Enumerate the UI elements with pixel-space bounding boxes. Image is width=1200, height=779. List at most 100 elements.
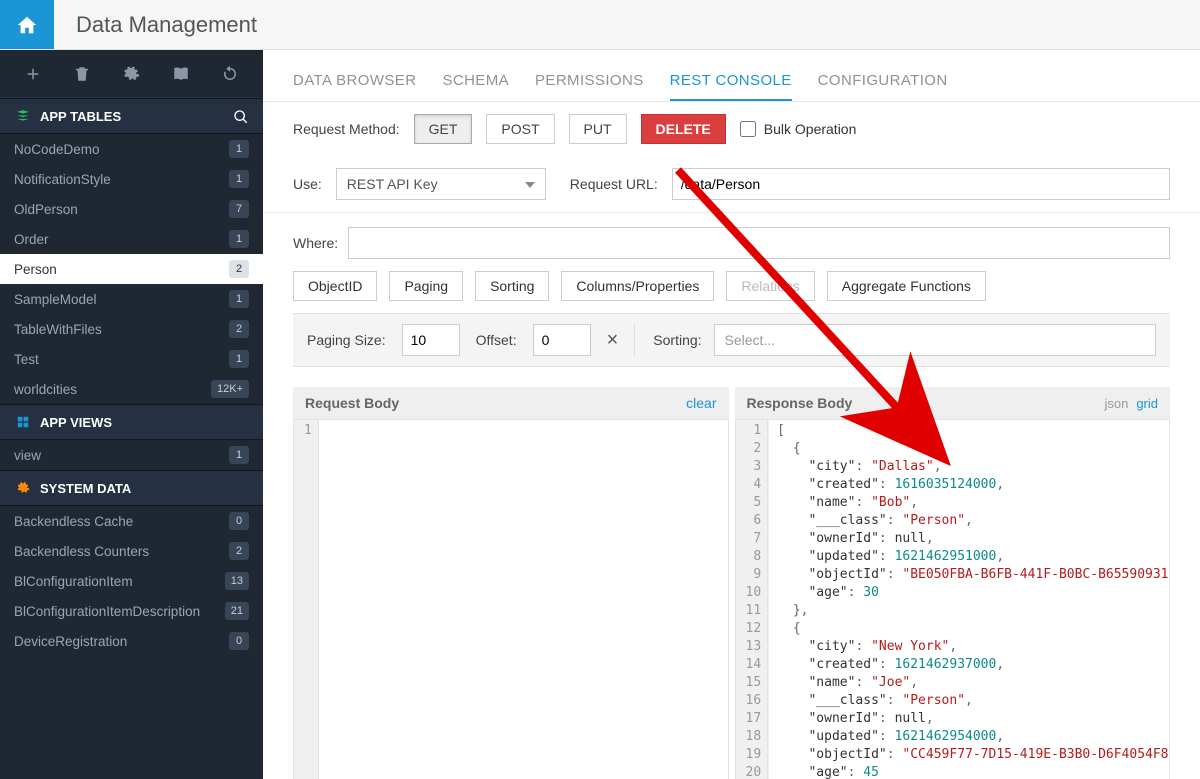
- where-input[interactable]: [348, 227, 1170, 259]
- sidebar-item-nocodedemo[interactable]: NoCodeDemo 1: [0, 134, 263, 164]
- sidebar-item-count: 13: [225, 572, 249, 590]
- request-url-label: Request URL:: [570, 176, 658, 192]
- chip-relations: Relations: [726, 271, 814, 301]
- sidebar-item-count: 0: [229, 632, 249, 650]
- sidebar-item-order[interactable]: Order 1: [0, 224, 263, 254]
- sidebar-item-label: Test: [14, 352, 39, 367]
- section-title: APP TABLES: [40, 109, 121, 124]
- response-body-title: Response Body: [747, 395, 853, 411]
- clear-request-body[interactable]: clear: [686, 395, 716, 411]
- section-head-app-views[interactable]: APP VIEWS: [0, 404, 263, 440]
- method-delete-button[interactable]: DELETE: [641, 114, 726, 144]
- sidebar-item-tablewithfiles[interactable]: TableWithFiles 2: [0, 314, 263, 344]
- add-icon[interactable]: [24, 65, 42, 83]
- request-body-title: Request Body: [305, 395, 399, 411]
- sorting-label: Sorting:: [653, 332, 701, 348]
- search-icon[interactable]: [233, 109, 249, 125]
- sidebar-item-count: 1: [229, 170, 249, 188]
- gear-orange-icon: [16, 481, 30, 495]
- tab-schema[interactable]: SCHEMA: [442, 72, 509, 101]
- sidebar-item-samplemodel[interactable]: SampleModel 1: [0, 284, 263, 314]
- paging-panel: Paging Size: Offset: × Sorting: Select..…: [293, 313, 1170, 367]
- bulk-label: Bulk Operation: [764, 121, 857, 137]
- mode-json[interactable]: json: [1104, 396, 1128, 411]
- section-head-app-tables[interactable]: APP TABLES: [0, 98, 263, 134]
- sidebar-item-notificationstyle[interactable]: NotificationStyle1: [0, 164, 263, 194]
- sidebar-item-count: 7: [229, 200, 249, 218]
- sorting-select[interactable]: Select...: [714, 324, 1156, 356]
- method-put-button[interactable]: PUT: [569, 114, 627, 144]
- use-select[interactable]: REST API Key: [336, 168, 546, 200]
- tab-permissions[interactable]: PERMISSIONS: [535, 72, 644, 101]
- sidebar-item-blconfigurationitemdescription[interactable]: BlConfigurationItemDescription21: [0, 596, 263, 626]
- response-body-header: Response Body json grid: [735, 387, 1171, 419]
- offset-label: Offset:: [476, 332, 517, 348]
- sidebar-item-label: BlConfigurationItemDescription: [14, 604, 200, 619]
- chip-objectid[interactable]: ObjectID: [293, 271, 377, 301]
- sidebar-item-count: 1: [229, 230, 249, 248]
- request-url-input[interactable]: [672, 168, 1170, 200]
- bulk-operation-checkbox[interactable]: Bulk Operation: [740, 121, 857, 137]
- chips-row: ObjectID Paging Sorting Columns/Properti…: [263, 259, 1200, 313]
- sidebar-item-test[interactable]: Test1: [0, 344, 263, 374]
- sidebar-item-label: Person: [14, 262, 57, 277]
- use-label: Use:: [293, 176, 322, 192]
- mode-grid[interactable]: grid: [1136, 396, 1158, 411]
- sidebar-item-count: 1: [229, 140, 249, 158]
- tab-data-browser[interactable]: DATA BROWSER: [293, 72, 416, 101]
- bulk-checkbox-input[interactable]: [740, 121, 756, 137]
- sidebar-item-view[interactable]: view1: [0, 440, 263, 470]
- response-body-editor[interactable]: 12345678910111213141516171819202122 [ { …: [735, 419, 1171, 779]
- paging-size-input[interactable]: [402, 324, 460, 356]
- sidebar-item-count: 2: [229, 260, 249, 278]
- tab-configuration[interactable]: CONFIGURATION: [818, 72, 948, 101]
- sidebar-item-label: Backendless Cache: [14, 514, 133, 529]
- sidebar-item-label: NoCodeDemo: [14, 142, 100, 157]
- request-method-label: Request Method:: [293, 121, 400, 137]
- sidebar-item-label: Backendless Counters: [14, 544, 149, 559]
- sidebar-item-deviceregistration[interactable]: DeviceRegistration0: [0, 626, 263, 656]
- method-post-button[interactable]: POST: [486, 114, 554, 144]
- sidebar-item-oldperson[interactable]: OldPerson 7: [0, 194, 263, 224]
- offset-input[interactable]: [533, 324, 591, 356]
- request-body-editor[interactable]: 1: [293, 419, 729, 779]
- sidebar-item-blconfigurationitem[interactable]: BlConfigurationItem 13: [0, 566, 263, 596]
- trash-icon[interactable]: [73, 65, 91, 83]
- section-head-system-data[interactable]: SYSTEM DATA: [0, 470, 263, 506]
- gear-icon[interactable]: [122, 65, 140, 83]
- chip-sorting[interactable]: Sorting: [475, 271, 549, 301]
- sidebar-actions: [0, 50, 263, 98]
- home-button[interactable]: [0, 0, 54, 49]
- section-title: SYSTEM DATA: [40, 481, 131, 496]
- sidebar-item-count: 2: [229, 542, 249, 560]
- section-title: APP VIEWS: [40, 415, 112, 430]
- refresh-icon[interactable]: [221, 65, 239, 83]
- sidebar-item-count: 2: [229, 320, 249, 338]
- sidebar-item-label: TableWithFiles: [14, 322, 102, 337]
- sidebar-item-label: Order: [14, 232, 49, 247]
- sidebar-item-backendless cache[interactable]: Backendless Cache 0: [0, 506, 263, 536]
- chip-aggregate[interactable]: Aggregate Functions: [827, 271, 986, 301]
- chip-paging[interactable]: Paging: [389, 271, 463, 301]
- sidebar-item-count: 0: [229, 512, 249, 530]
- chip-columns[interactable]: Columns/Properties: [561, 271, 714, 301]
- sidebar-item-person[interactable]: Person 2: [0, 254, 263, 284]
- sidebar-item-worldcities[interactable]: worldcities12K+: [0, 374, 263, 404]
- sidebar-item-label: BlConfigurationItem: [14, 574, 133, 589]
- tab-rest-console[interactable]: REST CONSOLE: [670, 72, 792, 101]
- bodies: Request Body clear 1 Response Body json …: [293, 387, 1170, 779]
- sidebar-item-count: 1: [229, 290, 249, 308]
- paging-size-label: Paging Size:: [307, 332, 386, 348]
- sidebar-item-backendless counters[interactable]: Backendless Counters 2: [0, 536, 263, 566]
- use-url-row: Use: REST API Key Request URL:: [263, 156, 1200, 213]
- sidebar-item-label: SampleModel: [14, 292, 97, 307]
- request-method-row: Request Method: GET POST PUT DELETE Bulk…: [263, 102, 1200, 156]
- book-icon[interactable]: [172, 65, 190, 83]
- sidebar-item-label: OldPerson: [14, 202, 78, 217]
- stack-green-icon: [16, 109, 30, 123]
- close-panel-icon[interactable]: ×: [607, 329, 619, 352]
- method-get-button[interactable]: GET: [414, 114, 473, 144]
- tabs: DATA BROWSER SCHEMA PERMISSIONS REST CONSOL…: [263, 50, 1200, 102]
- sidebar: APP TABLESNoCodeDemo1NotificationStyle1O…: [0, 50, 263, 779]
- sidebar-item-count: 12K+: [211, 380, 249, 398]
